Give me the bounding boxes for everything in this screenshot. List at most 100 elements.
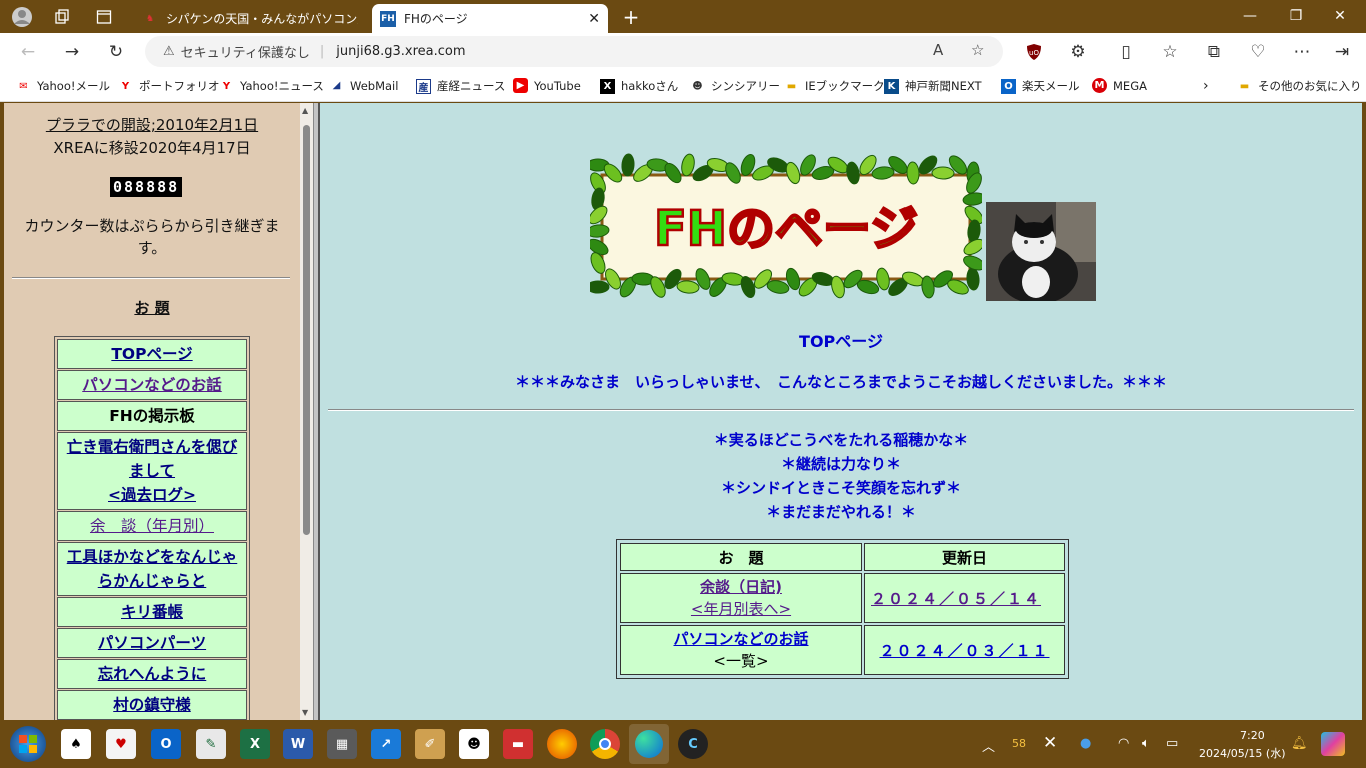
sankei-icon: 産 — [416, 78, 431, 94]
bookmark-kobe[interactable]: K 神戸新聞NEXT — [884, 78, 982, 94]
menu-yodan[interactable]: 余 談（年月別） — [57, 511, 247, 541]
yodan-diary-link[interactable]: 余談（日記) — [700, 578, 782, 596]
menu-kiriban[interactable]: キリ番帳 — [57, 597, 247, 627]
new-tab-button[interactable]: + — [620, 5, 642, 29]
performance-icon[interactable]: ♡ — [1246, 40, 1270, 64]
close-tab-icon[interactable]: ✕ — [588, 11, 600, 27]
word-icon[interactable]: W — [283, 729, 313, 759]
ccleaner-icon[interactable]: C — [678, 729, 708, 759]
bookmark-youtube[interactable]: ▶ YouTube — [513, 78, 581, 93]
chrome-icon[interactable] — [590, 729, 620, 759]
calculator-icon[interactable]: ▦ — [327, 729, 357, 759]
address-bar[interactable]: ⚠ セキュリティ保護なし | junji68.g3.xrea.com A ☆ — [145, 36, 1003, 67]
forward-icon[interactable]: → — [60, 40, 84, 64]
counter-note: カウンター数はぷららから引き継ぎます。 — [24, 217, 280, 257]
pc-talk-date-link[interactable]: ２０２４／０３／１１ — [879, 642, 1049, 660]
clock-time[interactable]: 7:20 — [1240, 729, 1265, 742]
address-separator: | — [319, 44, 325, 59]
edge-icon — [635, 730, 663, 758]
scroll-up-icon[interactable]: ▲ — [302, 106, 308, 115]
menu-top-page[interactable]: TOPページ — [57, 339, 247, 369]
tray-overflow-icon[interactable]: ︿ — [982, 736, 995, 755]
battery-icon[interactable]: ▭ — [1166, 736, 1178, 751]
opened-date-link[interactable]: プララでの開設;2010年2月1日 — [4, 114, 300, 135]
solitaire-icon[interactable]: ♥ — [106, 729, 136, 759]
url-text[interactable]: junji68.g3.xrea.com — [336, 44, 465, 59]
menu-bbs[interactable]: FHの掲示板 — [57, 401, 247, 431]
favorite-star-icon[interactable]: ☆ — [971, 41, 984, 59]
security-label[interactable]: セキュリティ保護なし — [181, 42, 310, 61]
split-screen-icon[interactable]: ▯ — [1114, 40, 1138, 64]
bookmark-rakuten-mail[interactable]: O 楽天メール — [1001, 78, 1080, 94]
tab-actions-icon[interactable] — [93, 6, 115, 28]
outlook-new-icon[interactable]: O — [151, 729, 181, 759]
workspaces-icon[interactable] — [51, 6, 73, 28]
left-scrollbar[interactable]: ▲ ▼ — [300, 103, 313, 720]
menu-chinju[interactable]: 村の鎮守様 — [57, 690, 247, 720]
tool-app-icon[interactable]: ▬ — [503, 729, 533, 759]
yodan-date-link[interactable]: ２０２４／０５／１４ — [871, 590, 1041, 608]
bookmark-yahoo-mail[interactable]: ✉ Yahoo!メール — [16, 78, 110, 94]
start-button[interactable] — [10, 726, 46, 762]
paint-icon[interactable]: ✐ — [415, 729, 445, 759]
frame-divider[interactable] — [313, 103, 320, 720]
bookmark-cynthiary[interactable]: ☻ シンシアリー — [690, 78, 780, 94]
tray-x-icon[interactable]: ✕ — [1043, 733, 1057, 753]
favorites-icon[interactable]: ☆ — [1158, 40, 1182, 64]
firefox-icon[interactable] — [547, 729, 577, 759]
collections-icon[interactable]: ⧉ — [1202, 40, 1226, 64]
bookmarks-overflow-icon[interactable]: › — [1203, 78, 1209, 94]
bookmark-other-favorites[interactable]: ▬ その他のお気に入り — [1237, 78, 1362, 94]
copilot-icon[interactable] — [1321, 732, 1345, 756]
motto-1: ＊実るほどこうべをたれる稲穂かな＊ — [713, 431, 969, 449]
tray-app-icon[interactable]: ● — [1080, 736, 1091, 751]
refresh-icon[interactable]: ↻ — [104, 40, 128, 64]
network-icon[interactable]: ◠ — [1118, 736, 1129, 751]
notification-bell-icon[interactable]: 🔔︎ — [1291, 736, 1308, 751]
scrollbar-thumb[interactable] — [303, 125, 310, 535]
clock-date[interactable]: 2024/05/15 (水) — [1199, 745, 1285, 761]
spider-solitaire-icon[interactable]: ♠ — [61, 729, 91, 759]
minimize-icon[interactable]: — — [1228, 2, 1272, 30]
bookmark-ie-folder[interactable]: ▬ IEブックマーク — [784, 78, 885, 94]
back-icon[interactable]: ← — [16, 40, 40, 64]
excel-icon[interactable]: X — [240, 729, 270, 759]
tab-fh-page[interactable]: FH FHのページ ✕ — [372, 4, 608, 33]
tray-badge[interactable]: 58 — [1012, 737, 1026, 750]
ublock-icon[interactable]: uO — [1022, 40, 1046, 64]
moved-date-text: XREAに移設2020年4月17日 — [53, 139, 251, 157]
read-aloud-icon[interactable]: A — [933, 41, 943, 59]
profile-icon[interactable] — [11, 6, 33, 28]
bookmark-yahoo-news[interactable]: Y Yahoo!ニュース — [219, 78, 324, 94]
menu-pc-parts[interactable]: パソコンパーツ — [57, 628, 247, 658]
shipaken-favicon-icon: ♞ — [145, 13, 155, 24]
yodan-monthly-link[interactable]: <年月別表へ> — [691, 600, 791, 618]
scroll-down-icon[interactable]: ▼ — [302, 708, 308, 717]
bookmark-hakko[interactable]: Xhakkoさん — [600, 78, 678, 94]
right-frame: FHのページ TOPページ ＊＊＊みなさま いらっしゃいませ、 こんなところまで… — [320, 103, 1362, 720]
motto-4: ＊まだまだやれる！＊ — [766, 503, 916, 521]
menu-pc-talk[interactable]: パソコンなどのお話 — [57, 370, 247, 400]
edge-taskbar-slot[interactable] — [629, 724, 669, 764]
extensions-icon[interactable]: ⚙ — [1066, 40, 1090, 64]
character-app-icon[interactable]: ☻ — [459, 729, 489, 759]
arrow-app-icon[interactable]: ↗ — [371, 729, 401, 759]
close-window-icon[interactable]: ✕ — [1318, 2, 1362, 30]
menu-wasurehen[interactable]: 忘れへんように — [57, 659, 247, 689]
tab-shipaken[interactable]: ♞ シパケンの天国・みんながパソコン大王 — [134, 4, 366, 33]
menu-memorial[interactable]: 亡き電右衛門さんを偲び まして <過去ログ> — [57, 432, 247, 510]
taskbar: ♠ ♥ O ✎ X W ▦ ↗ ✐ ☻ ▬ C ︿ 58 ✕ ● ◠ 🔈︎ ▭ … — [0, 720, 1366, 768]
leaf-decoration — [590, 280, 610, 294]
bookmark-mega[interactable]: M MEGA — [1092, 78, 1147, 93]
sidebar-icon[interactable]: ⇥ — [1330, 40, 1354, 64]
menu-tools[interactable]: 工具ほかなどをなんじゃ らかんじゃらと — [57, 542, 247, 596]
update-table: お 題 更新日 余談（日記) <年月別表へ> ２０２４／０５／１４ パソコンなど… — [616, 539, 1069, 679]
restore-icon[interactable]: ❐ — [1274, 2, 1318, 30]
bookmark-portfolio[interactable]: Y ポートフォリオ — [118, 78, 220, 94]
bookmark-webmail[interactable]: ◢ WebMail — [329, 78, 399, 93]
pc-talk-link[interactable]: パソコンなどのお話 — [673, 630, 808, 648]
bookmark-sankei[interactable]: 産産経ニュース — [416, 78, 505, 94]
volume-icon[interactable]: 🔈︎ — [1142, 736, 1150, 751]
more-menu-icon[interactable]: ⋯ — [1290, 40, 1314, 64]
pen-app-icon[interactable]: ✎ — [196, 729, 226, 759]
